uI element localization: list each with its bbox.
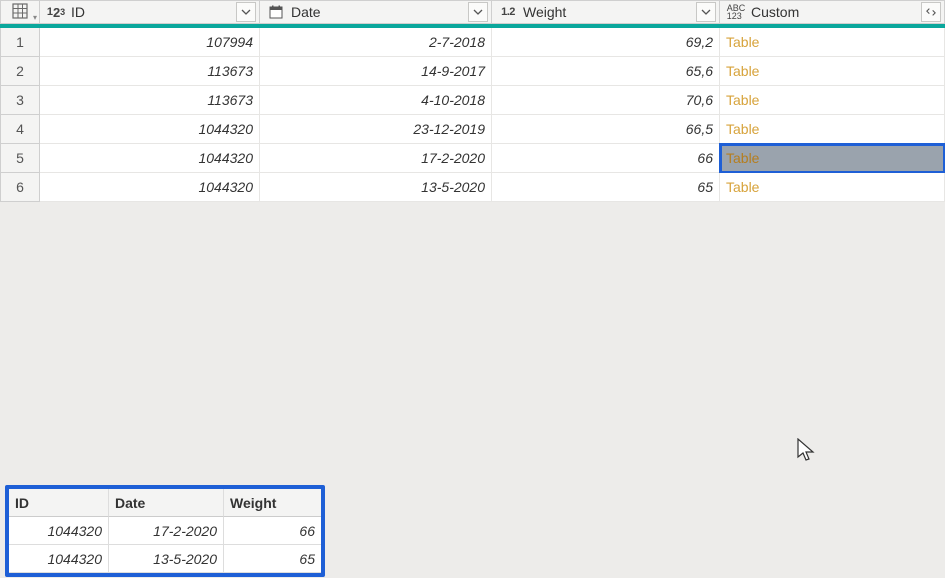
cell-weight[interactable]: 69,2 <box>492 28 720 57</box>
cell-date[interactable]: 17-2-2020 <box>260 144 492 173</box>
cell-date[interactable]: 13-5-2020 <box>260 173 492 202</box>
rows-container: 11079942-7-201869,2Table211367314-9-2017… <box>0 28 945 202</box>
column-expand-button[interactable] <box>921 2 941 22</box>
preview-cell-date[interactable]: 13-5-2020 <box>109 545 224 573</box>
cell-weight[interactable]: 66 <box>492 144 720 173</box>
column-header-custom[interactable]: ABC123 Custom <box>720 0 945 24</box>
preview-cell-weight[interactable]: 65 <box>224 545 321 573</box>
column-filter-button[interactable] <box>236 2 256 22</box>
cell-id[interactable]: 113673 <box>40 57 260 86</box>
cell-weight[interactable]: 65 <box>492 173 720 202</box>
column-label: ID <box>69 4 236 20</box>
preview-header-date[interactable]: Date <box>109 489 224 517</box>
cell-id[interactable]: 1044320 <box>40 144 260 173</box>
preview-cell-id[interactable]: 1044320 <box>9 545 109 573</box>
preview-row: 104432013-5-202065 <box>9 545 321 573</box>
column-filter-button[interactable] <box>468 2 488 22</box>
preview-row: 104432017-2-202066 <box>9 517 321 545</box>
column-header-date[interactable]: Date <box>260 0 492 24</box>
cell-custom[interactable]: Table <box>720 86 945 115</box>
column-label: Weight <box>521 4 696 20</box>
row-number[interactable]: 3 <box>0 86 40 115</box>
preview-header-row: ID Date Weight <box>9 489 321 517</box>
cell-custom[interactable]: Table <box>720 144 945 173</box>
preview-cell-id[interactable]: 1044320 <box>9 517 109 545</box>
any-type-icon: ABC123 <box>723 1 749 23</box>
column-header-weight[interactable]: 1.2 Weight <box>492 0 720 24</box>
cell-date[interactable]: 14-9-2017 <box>260 57 492 86</box>
cell-weight[interactable]: 65,6 <box>492 57 720 86</box>
column-label: Date <box>289 4 468 20</box>
row-number[interactable]: 1 <box>0 28 40 57</box>
cell-weight[interactable]: 66,5 <box>492 115 720 144</box>
decimal-type-icon: 1.2 <box>495 1 521 23</box>
cell-date[interactable]: 4-10-2018 <box>260 86 492 115</box>
table-row: 11079942-7-201869,2Table <box>0 28 945 57</box>
table-preview-pane: ID Date Weight 104432017-2-2020661044320… <box>5 485 325 577</box>
select-all-corner[interactable]: ▾ <box>0 0 40 24</box>
cell-custom[interactable]: Table <box>720 28 945 57</box>
cell-id[interactable]: 113673 <box>40 86 260 115</box>
column-header-id[interactable]: 123 ID <box>40 0 260 24</box>
column-label: Custom <box>749 4 921 20</box>
preview-header-id[interactable]: ID <box>9 489 109 517</box>
cell-weight[interactable]: 70,6 <box>492 86 720 115</box>
mouse-cursor-icon <box>796 438 816 467</box>
cell-id[interactable]: 107994 <box>40 28 260 57</box>
whole-number-type-icon: 123 <box>43 1 69 23</box>
main-data-grid: ▾ 123 ID Date 1.2 Weight ABC <box>0 0 945 202</box>
row-number[interactable]: 6 <box>0 173 40 202</box>
column-filter-button[interactable] <box>696 2 716 22</box>
cell-custom[interactable]: Table <box>720 115 945 144</box>
cell-id[interactable]: 1044320 <box>40 115 260 144</box>
table-row: 6104432013-5-202065Table <box>0 173 945 202</box>
row-number[interactable]: 4 <box>0 115 40 144</box>
table-row: 5104432017-2-202066Table <box>0 144 945 173</box>
table-row: 211367314-9-201765,6Table <box>0 57 945 86</box>
cell-date[interactable]: 2-7-2018 <box>260 28 492 57</box>
table-row: 31136734-10-201870,6Table <box>0 86 945 115</box>
cell-date[interactable]: 23-12-2019 <box>260 115 492 144</box>
preview-cell-weight[interactable]: 66 <box>224 517 321 545</box>
row-number[interactable]: 5 <box>0 144 40 173</box>
preview-cell-date[interactable]: 17-2-2020 <box>109 517 224 545</box>
cell-custom[interactable]: Table <box>720 57 945 86</box>
table-icon <box>12 3 28 22</box>
date-type-icon <box>263 1 289 23</box>
cell-id[interactable]: 1044320 <box>40 173 260 202</box>
chevron-down-icon: ▾ <box>33 13 37 22</box>
table-row: 4104432023-12-201966,5Table <box>0 115 945 144</box>
row-number[interactable]: 2 <box>0 57 40 86</box>
preview-header-weight[interactable]: Weight <box>224 489 321 517</box>
cell-custom[interactable]: Table <box>720 173 945 202</box>
column-header-row: ▾ 123 ID Date 1.2 Weight ABC <box>0 0 945 28</box>
